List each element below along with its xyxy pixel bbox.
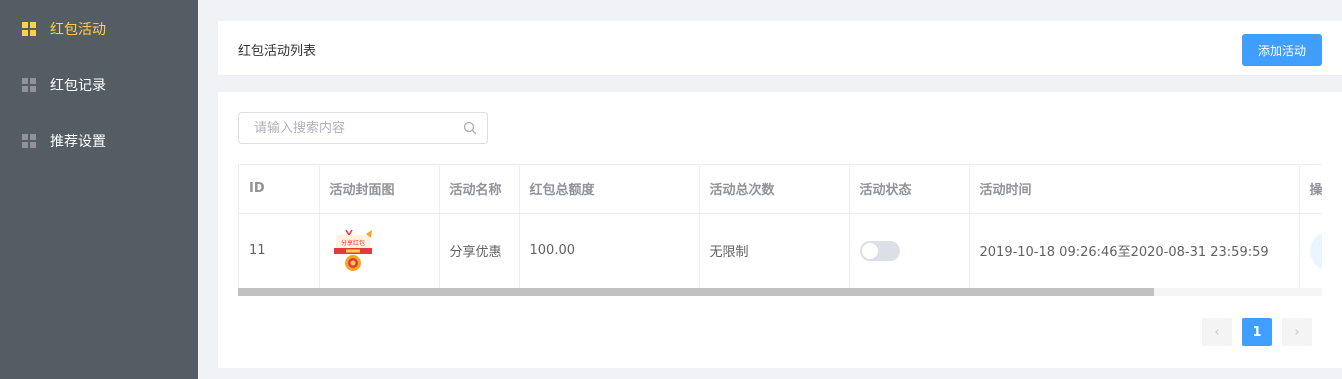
scrollbar-thumb[interactable] [238,288,1154,296]
grid-icon [22,134,36,148]
cell-operations [1299,213,1322,289]
add-activity-button[interactable]: 添加活动 [1242,34,1322,66]
cell-total-times: 无限制 [699,213,850,289]
red-envelope-cover-image: 分享红包 [333,229,372,271]
cell-total-amount: 100.00 [519,213,700,289]
table-row: 11 分享红包 分享优惠 100.00 无限制 2019-10-18 09:26… [239,213,1322,289]
column-header-cover: 活动封面图 [319,165,440,214]
cover-text: 分享红包 [340,239,364,247]
grid-icon [22,22,36,36]
cell-id: 11 [239,213,320,289]
page-title: 红包活动列表 [238,44,317,59]
grid-icon [22,78,36,92]
operation-button[interactable] [1309,230,1322,271]
column-header-id: ID [239,165,320,214]
horizontal-scrollbar[interactable] [238,288,1322,296]
sidebar-item-red-packet-records[interactable]: 红包记录 [0,57,198,113]
sidebar-item-red-packet-activity[interactable]: 红包活动 [0,1,198,57]
column-header-time: 活动时间 [969,165,1300,214]
column-header-total-times: 活动总次数 [699,165,850,214]
sidebar-item-recommend-settings[interactable]: 推荐设置 [0,113,198,169]
search-icon[interactable] [463,121,477,135]
main-area: 红包活动列表 添加活动 ID 活动封面图 活动名称 [198,0,1342,379]
column-header-name: 活动名称 [439,165,520,214]
status-toggle[interactable] [859,240,900,261]
pagination-page-1[interactable]: 1 [1242,318,1272,346]
header-card: 红包活动列表 添加活动 [218,21,1342,76]
cell-status [849,213,970,289]
pagination-next-button[interactable]: › [1282,318,1312,346]
pagination-prev-button[interactable]: ‹ [1202,318,1232,346]
sidebar: 红包活动 红包记录 推荐设置 [0,0,198,379]
table-header-row: ID 活动封面图 活动名称 红包总额度 活动总次数 活动状态 活动时间 操 [239,165,1322,214]
search-input[interactable] [239,113,459,143]
sidebar-item-label: 红包记录 [50,78,106,94]
column-header-operations: 操 [1299,165,1322,214]
sidebar-item-label: 红包活动 [50,22,106,38]
column-header-total-amount: 红包总额度 [519,165,700,214]
cell-cover: 分享红包 [319,213,440,289]
content-card: ID 活动封面图 活动名称 红包总额度 活动总次数 活动状态 活动时间 操 11 [218,92,1342,368]
sidebar-item-label: 推荐设置 [50,134,106,150]
activity-table: ID 活动封面图 活动名称 红包总额度 活动总次数 活动状态 活动时间 操 11 [238,164,1322,296]
column-header-status: 活动状态 [849,165,970,214]
search-box [238,112,488,144]
cell-time: 2019-10-18 09:26:46至2020-08-31 23:59:59 [969,213,1300,289]
cell-name: 分享优惠 [439,213,520,289]
